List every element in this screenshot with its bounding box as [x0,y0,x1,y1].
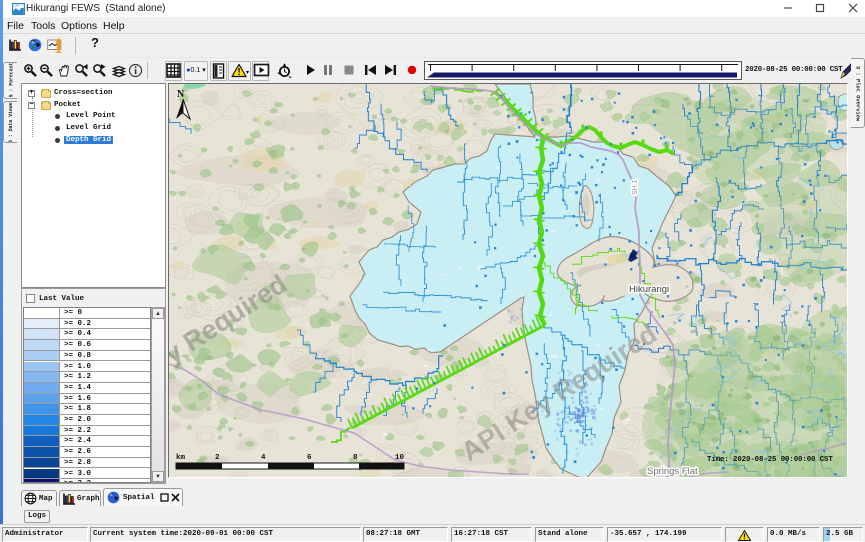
svg-text:SH 1: SH 1 [632,179,639,195]
svg-text:10: 10 [395,454,405,462]
svg-text:Time: 2020-08-25 00:00:00 CST: Time: 2020-08-25 00:00:00 CST [707,456,833,464]
svg-text:Springs Flat: Springs Flat [647,466,698,477]
svg-text:4: 4 [261,454,266,462]
svg-text:N: N [177,89,185,100]
svg-text:6: 6 [307,454,312,462]
svg-text:8: 8 [353,454,358,462]
svg-text:km: km [176,454,186,462]
svg-text:2: 2 [215,454,220,462]
svg-text:Hikurangi: Hikurangi [629,284,669,295]
